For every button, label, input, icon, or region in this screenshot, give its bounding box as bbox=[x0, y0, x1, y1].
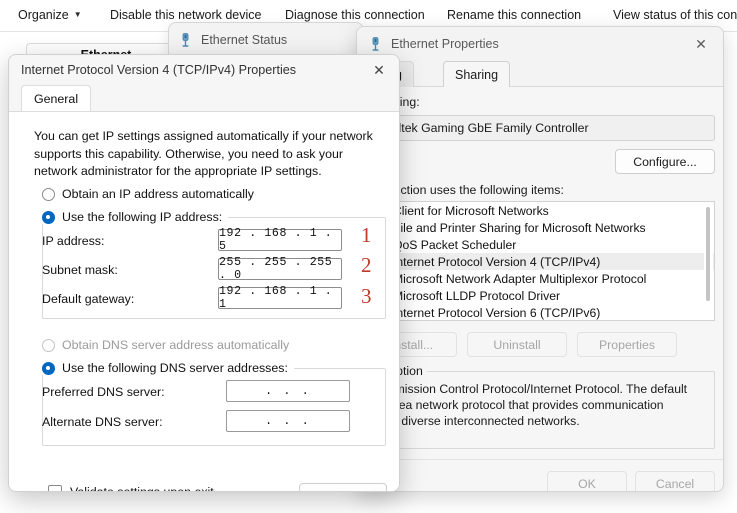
adapter-name-box: Realtek Gaming GbE Family Controller bbox=[367, 115, 715, 141]
advanced-button[interactable]: Advanced... bbox=[299, 483, 387, 491]
radio-indicator bbox=[42, 187, 55, 201]
configure-button[interactable]: Configure... bbox=[615, 149, 715, 174]
validate-settings-checkbox[interactable]: Validate settings upon exit bbox=[48, 485, 214, 492]
list-item[interactable]: Internet Protocol Version 6 (TCP/IPv6) bbox=[368, 304, 714, 320]
alternate-dns-label: Alternate DNS server: bbox=[42, 415, 163, 429]
list-item-label: QoS Packet Scheduler bbox=[393, 237, 517, 252]
ipv4-panel: You can get IP settings assigned automat… bbox=[9, 111, 399, 491]
radio-label: Use the following DNS server addresses: bbox=[62, 361, 288, 375]
list-item-label: Internet Protocol Version 4 (TCP/IPv4) bbox=[393, 254, 601, 269]
list-item[interactable]: File and Printer Sharing for Microsoft N… bbox=[368, 219, 714, 236]
list-item[interactable]: Client for Microsoft Networks bbox=[368, 202, 714, 219]
list-item[interactable]: QoS Packet Scheduler bbox=[368, 236, 714, 253]
description-line: ross diverse interconnected networks. bbox=[375, 414, 580, 428]
adapter-name-text: Realtek Gaming GbE Family Controller bbox=[376, 121, 589, 135]
radio-indicator bbox=[42, 210, 55, 224]
toolbar-item-diagnose[interactable]: Diagnose this connection bbox=[285, 8, 425, 22]
default-gateway-input[interactable]: 192 . 168 . 1 . 1 bbox=[218, 285, 342, 311]
list-item-label: File and Printer Sharing for Microsoft N… bbox=[393, 220, 646, 235]
ip-address-label: IP address: bbox=[42, 234, 105, 248]
ipv4-titlebar[interactable]: Internet Protocol Version 4 (TCP/IPv4) P… bbox=[9, 55, 399, 85]
radio-label: Obtain an IP address automatically bbox=[62, 187, 254, 201]
radio-indicator bbox=[42, 361, 55, 375]
properties-tabstrip: king Sharing bbox=[357, 61, 723, 87]
list-scrollbar[interactable] bbox=[704, 203, 713, 319]
ethernet-status-title: Ethernet Status bbox=[201, 33, 288, 47]
tab-general[interactable]: General bbox=[21, 85, 92, 111]
ethernet-properties-titlebar[interactable]: Ethernet Properties bbox=[357, 27, 723, 61]
alternate-dns-input[interactable]: . . . bbox=[226, 410, 350, 432]
subnet-mask-label: Subnet mask: bbox=[42, 263, 118, 277]
ip-address-input[interactable]: 192 . 168 . 1 . 5 bbox=[218, 227, 342, 253]
tab-sharing[interactable]: Sharing bbox=[443, 61, 511, 87]
ethernet-properties-title: Ethernet Properties bbox=[391, 37, 499, 51]
preferred-dns-label: Preferred DNS server: bbox=[42, 385, 165, 399]
close-icon[interactable]: ✕ bbox=[679, 27, 723, 61]
toolbar-item-disable-device[interactable]: Disable this network device bbox=[110, 8, 261, 22]
properties-button[interactable]: Properties bbox=[577, 332, 677, 357]
annotation-number-3: 3 bbox=[361, 284, 372, 308]
radio-obtain-ip-auto[interactable]: Obtain an IP address automatically bbox=[42, 187, 254, 201]
list-item[interactable]: Microsoft Network Adapter Multiplexor Pr… bbox=[368, 270, 714, 287]
ethernet-properties-window[interactable]: Ethernet Properties ✕ king Sharing ect u… bbox=[356, 26, 724, 492]
description-line: le area network protocol that provides c… bbox=[375, 398, 664, 412]
radio-obtain-dns-auto[interactable]: Obtain DNS server address automatically bbox=[42, 338, 289, 352]
divider bbox=[357, 459, 723, 460]
checkbox-indicator bbox=[48, 485, 62, 491]
list-item-label: Microsoft LLDP Protocol Driver bbox=[393, 288, 561, 303]
uninstall-button[interactable]: Uninstall bbox=[467, 332, 567, 357]
network-adapter-icon bbox=[182, 32, 189, 47]
network-adapter-icon bbox=[372, 36, 379, 51]
ok-button[interactable]: OK bbox=[547, 471, 627, 491]
toolbar-item-rename[interactable]: Rename this connection bbox=[447, 8, 581, 22]
checkbox-label: Validate settings upon exit bbox=[70, 485, 214, 492]
scrollbar-thumb[interactable] bbox=[706, 207, 710, 301]
radio-use-following-dns[interactable]: Use the following DNS server addresses: bbox=[42, 361, 294, 375]
annotation-number-2: 2 bbox=[361, 253, 372, 277]
annotation-number-1: 1 bbox=[361, 223, 372, 247]
screen: Organize ▼ Disable this network device Di… bbox=[0, 0, 737, 513]
preferred-dns-input[interactable]: . . . bbox=[226, 380, 350, 402]
subnet-mask-input[interactable]: 255 . 255 . 255 . 0 bbox=[218, 256, 342, 282]
default-gateway-label: Default gateway: bbox=[42, 292, 135, 306]
radio-use-following-ip[interactable]: Use the following IP address: bbox=[42, 210, 229, 224]
ipv4-tabstrip: General bbox=[9, 85, 399, 111]
toolbar-item-view-status[interactable]: View status of this con bbox=[613, 8, 737, 22]
chevron-down-icon: ▼ bbox=[73, 10, 82, 19]
list-item-label: Client for Microsoft Networks bbox=[393, 203, 549, 218]
toolbar-item-organize[interactable]: Organize ▼ bbox=[18, 8, 82, 22]
ipv4-intro-text: You can get IP settings assigned automat… bbox=[34, 129, 373, 178]
toolbar-item-label: Organize bbox=[18, 8, 69, 22]
radio-indicator bbox=[42, 338, 55, 352]
radio-label: Use the following IP address: bbox=[62, 210, 223, 224]
ethernet-status-titlebar[interactable]: Ethernet Status bbox=[169, 23, 363, 57]
cancel-button[interactable]: Cancel bbox=[635, 471, 715, 491]
list-item-label: Internet Protocol Version 6 (TCP/IPv6) bbox=[393, 305, 601, 320]
list-item[interactable]: Internet Protocol Version 4 (TCP/IPv4) bbox=[368, 253, 714, 270]
radio-label: Obtain DNS server address automatically bbox=[62, 338, 290, 352]
network-items-list[interactable]: Client for Microsoft Networks File and P… bbox=[367, 201, 715, 321]
description-line: ansmission Control Protocol/Internet Pro… bbox=[375, 382, 688, 396]
list-item-label: Microsoft Network Adapter Multiplexor Pr… bbox=[393, 271, 647, 286]
close-icon[interactable]: ✕ bbox=[359, 55, 399, 85]
ipv4-properties-dialog[interactable]: Internet Protocol Version 4 (TCP/IPv4) P… bbox=[8, 54, 400, 492]
properties-body: ect using: Realtek Gaming GbE Family Con… bbox=[357, 87, 723, 491]
ipv4-dialog-title: Internet Protocol Version 4 (TCP/IPv4) P… bbox=[21, 63, 297, 77]
list-item[interactable]: Microsoft LLDP Protocol Driver bbox=[368, 287, 714, 304]
